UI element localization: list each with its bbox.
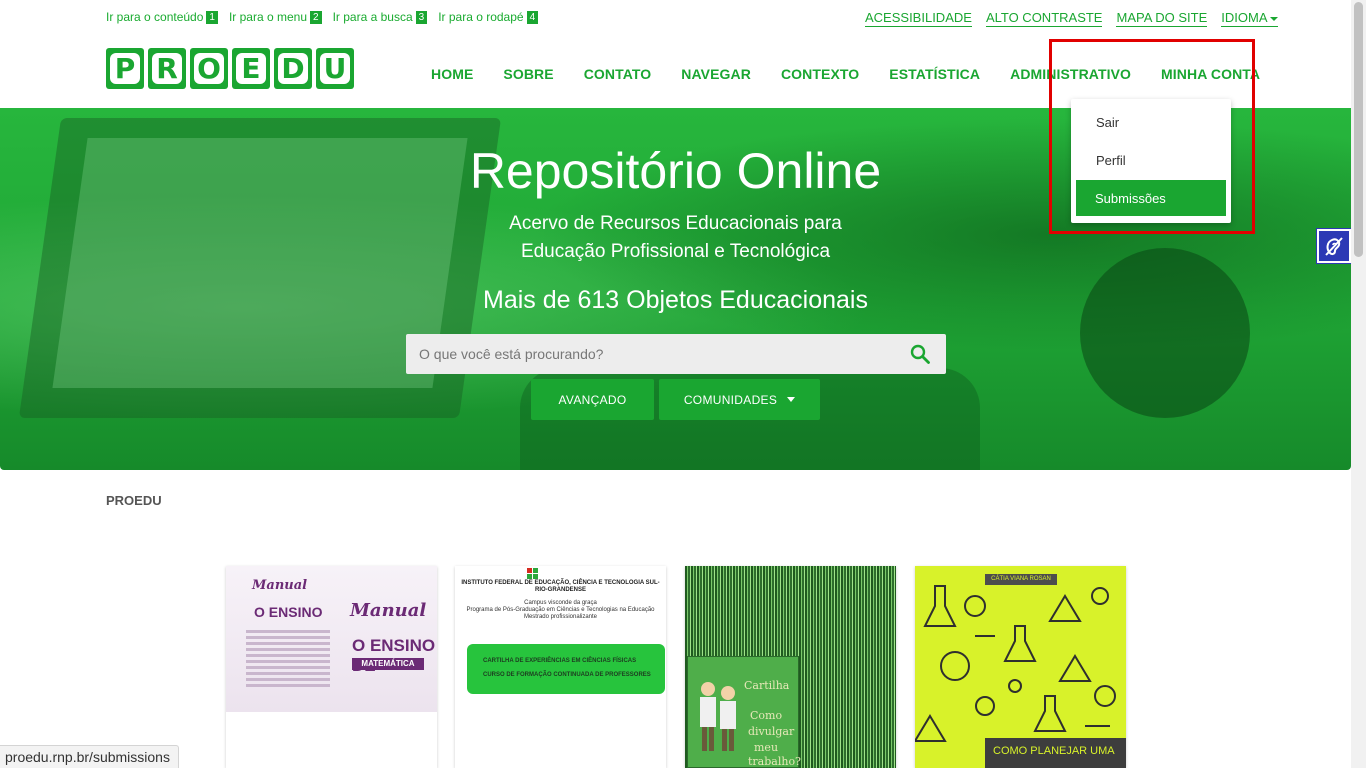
object-count: Mais de 613 Objetos Educacionais (483, 286, 868, 314)
proedu-logo[interactable]: P R O E D U (106, 48, 354, 89)
resource-card[interactable]: Cartilha Como divulgar meu trabalho? (685, 566, 896, 768)
high-contrast-link[interactable]: ALTO CONTRASTE (985, 10, 1103, 27)
search-icon[interactable] (910, 344, 930, 364)
nav-home[interactable]: HOME (431, 66, 473, 82)
skip-links: Ir para o conteúdo 1 Ir para o menu 2 Ir p… (106, 10, 539, 24)
breadcrumb[interactable]: PROEDU (106, 493, 162, 508)
card-thumbnail: CÁTIA VIANA ROSAN COMO PLANEJAR UMA (915, 566, 1126, 768)
shortcut-badge: 2 (310, 10, 322, 24)
logo-letter: R (152, 52, 182, 85)
accessibility-link[interactable]: ACESSIBILIDADE (865, 10, 972, 27)
logo-letter: P (110, 52, 140, 85)
communities-button[interactable]: COMUNIDADES (659, 379, 820, 420)
search-box (406, 334, 946, 374)
resource-card[interactable]: Manual O ENSINO Manual O ENSINO DE MATEM… (226, 566, 437, 768)
scrollbar-thumb[interactable] (1354, 2, 1363, 257)
caret-down-icon (787, 397, 796, 402)
shortcut-badge: 3 (415, 10, 428, 24)
nav-browse[interactable]: NAVEGAR (681, 66, 751, 82)
sitemap-link[interactable]: MAPA DO SITE (1116, 10, 1208, 27)
search-input[interactable] (406, 334, 886, 374)
logo-letter: E (236, 52, 266, 85)
logo-letter: D (278, 52, 308, 85)
skip-to-search-link[interactable]: Ir para a busca 3 (333, 10, 428, 24)
sign-language-icon (1325, 237, 1343, 256)
shortcut-badge: 4 (526, 10, 539, 24)
resource-card[interactable]: INSTITUTO FEDERAL DE EDUCAÇÃO, CIÊNCIA E… (455, 566, 666, 768)
nav-context[interactable]: CONTEXTO (781, 66, 859, 82)
advanced-search-button[interactable]: AVANÇADO (531, 379, 654, 420)
logo-letter: O (194, 52, 224, 85)
libras-accessibility-widget[interactable] (1316, 228, 1352, 264)
cartoon-figures (700, 682, 736, 751)
logo-letter: U (320, 52, 350, 85)
skip-to-content-link[interactable]: Ir para o conteúdo 1 (106, 10, 218, 24)
skip-to-menu-link[interactable]: Ir para o menu 2 (229, 10, 322, 24)
language-dropdown[interactable]: IDIOMA (1221, 10, 1278, 27)
card-thumbnail: Manual O ENSINO Manual O ENSINO DE MATEM… (226, 566, 437, 712)
skip-to-footer-link[interactable]: Ir para o rodapé 4 (438, 10, 539, 24)
nav-contact[interactable]: CONTATO (584, 66, 652, 82)
highlight-box (1049, 39, 1255, 234)
browser-status-url: proedu.rnp.br/submissions (0, 745, 179, 768)
nav-statistics[interactable]: ESTATÍSTICA (889, 66, 980, 82)
resource-card[interactable]: CÁTIA VIANA ROSAN COMO PLANEJAR UMA (915, 566, 1126, 768)
shortcut-badge: 1 (206, 10, 218, 24)
page-scrollbar[interactable] (1351, 0, 1366, 768)
utility-links: ACESSIBILIDADE ALTO CONTRASTE MAPA DO SI… (865, 10, 1278, 27)
caret-down-icon (1269, 16, 1278, 21)
nav-about[interactable]: SOBRE (503, 66, 553, 82)
